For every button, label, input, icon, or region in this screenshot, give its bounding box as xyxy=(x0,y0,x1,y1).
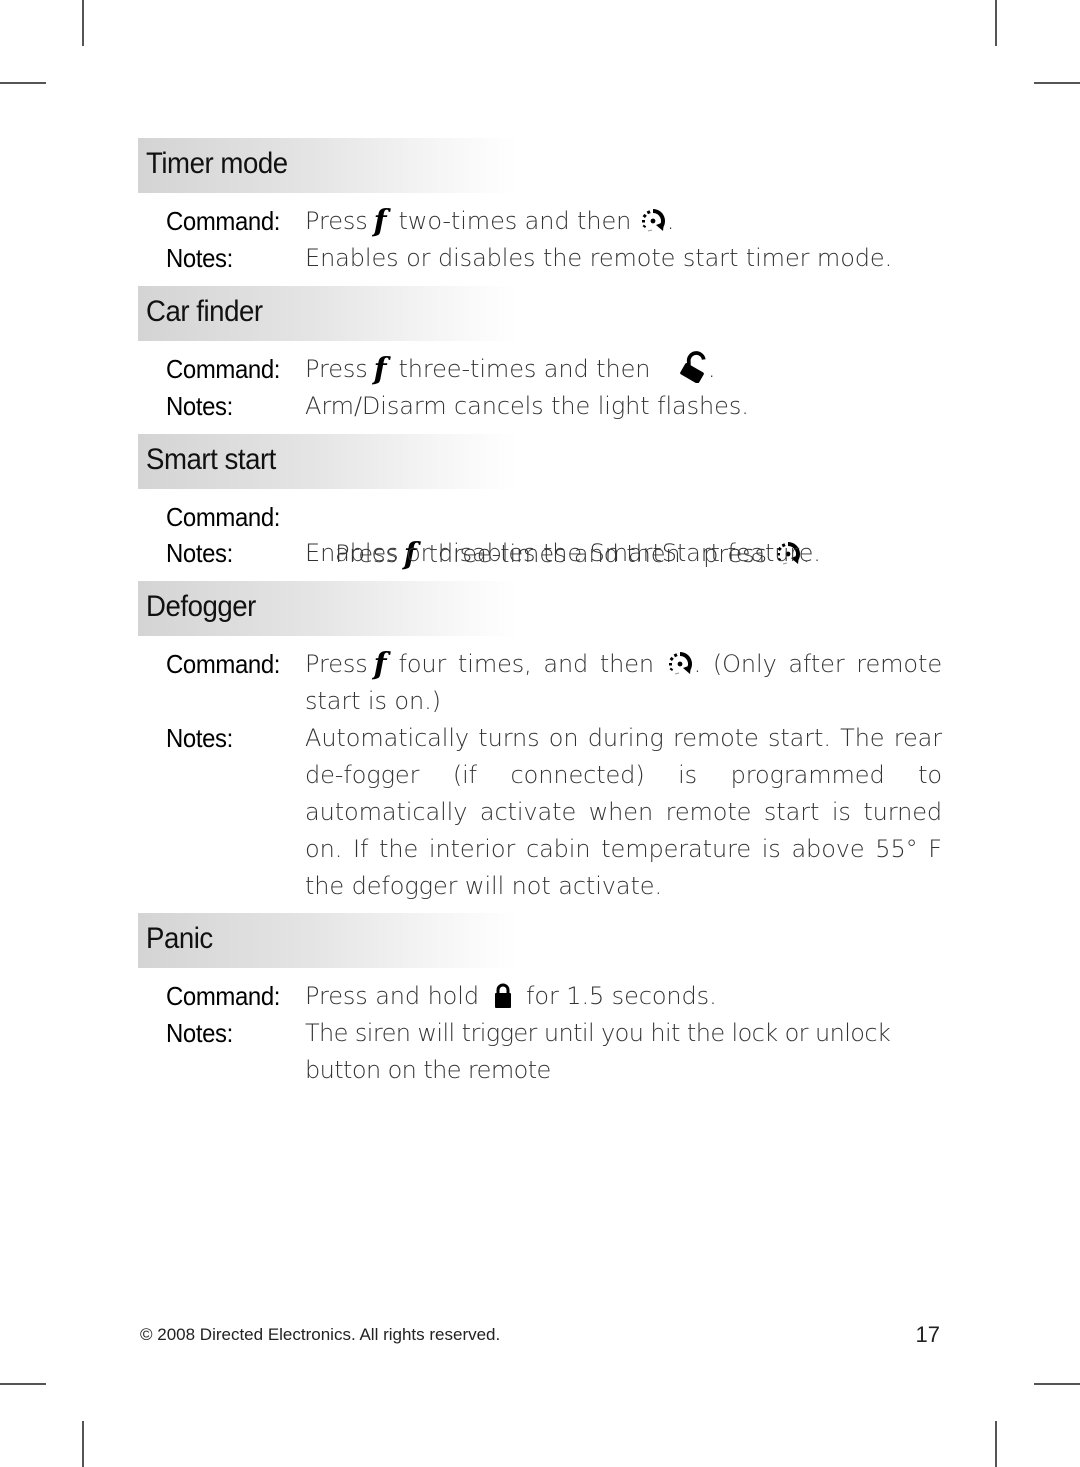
notes-text: The siren will trigger until you hit the… xyxy=(305,1019,891,1084)
crop-mark xyxy=(995,1421,997,1467)
notes-label: Notes: xyxy=(166,538,233,568)
copyright-footer: © 2008 Directed Electronics. All rights … xyxy=(140,1325,501,1344)
section-title: Smart start xyxy=(146,443,276,476)
function-key-icon: f xyxy=(373,204,387,239)
unlock-icon xyxy=(677,351,707,383)
notes-row: Notes: The siren will trigger until you … xyxy=(166,1015,942,1089)
command-row: Command: Press and hold for 1.5 seconds. xyxy=(166,978,942,1015)
notes-row: Notes: Enables or disables the SmartStar… xyxy=(166,535,942,572)
notes-row: Notes: Enables or disables the remote st… xyxy=(166,240,942,277)
notes-row: Notes: Automatically turns on during rem… xyxy=(166,720,942,905)
section-header-defogger: Defogger xyxy=(138,581,518,636)
notes-label: Notes: xyxy=(166,1018,233,1048)
page-number: 17 xyxy=(915,1322,940,1347)
remote-start-icon xyxy=(639,208,666,233)
command-text: Press and hold xyxy=(305,982,479,1010)
function-key-icon: f xyxy=(373,647,387,682)
function-key-icon: f xyxy=(373,352,387,387)
crop-mark xyxy=(0,82,46,84)
section-title: Timer mode xyxy=(146,147,288,180)
notes-text: Enables or disables the remote start tim… xyxy=(305,244,893,272)
crop-mark xyxy=(82,1421,84,1467)
crop-mark xyxy=(1034,82,1080,84)
notes-text: Enables or disables the SmartStart featu… xyxy=(305,539,821,567)
command-label: Command: xyxy=(166,649,281,679)
section-header-car-finder: Car finder xyxy=(138,286,518,341)
crop-mark xyxy=(1034,1383,1080,1385)
command-label: Command: xyxy=(166,981,281,1011)
notes-text: Arm/Disarm cancels the light flashes. xyxy=(305,392,749,420)
command-text: . xyxy=(707,355,716,383)
notes-label: Notes: xyxy=(166,391,233,421)
notes-label: Notes: xyxy=(166,723,233,753)
remote-start-icon xyxy=(666,651,693,676)
command-text: two-times and then xyxy=(398,207,632,235)
section-header-panic: Panic xyxy=(138,913,518,968)
crop-mark xyxy=(0,1383,46,1385)
section-header-smart-start: Smart start xyxy=(138,434,518,489)
section-title: Defogger xyxy=(146,590,256,623)
section-title: Panic xyxy=(146,922,213,955)
command-text: Press xyxy=(305,207,368,235)
notes-label: Notes: xyxy=(166,243,233,273)
command-row: Command: Press f three-times and then . xyxy=(166,351,942,388)
command-label: Command: xyxy=(166,502,281,532)
section-header-timer-mode: Timer mode xyxy=(138,138,518,193)
section-title: Car finder xyxy=(146,295,263,328)
command-text: Press xyxy=(305,355,368,383)
crop-mark xyxy=(995,0,997,46)
command-text: three-times and then xyxy=(398,355,651,383)
command-row: Command: Press f two-times and then . xyxy=(166,203,942,240)
command-text: for 1.5 seconds. xyxy=(526,982,717,1010)
notes-text: Automatically turns on during remote sta… xyxy=(305,724,942,900)
crop-mark xyxy=(82,0,84,46)
command-label: Command: xyxy=(166,206,281,236)
lock-icon xyxy=(493,983,513,1010)
command-label: Command: xyxy=(166,354,281,384)
command-text: four times, and then xyxy=(398,650,655,678)
command-row: Command: Press f four times, and then . (O… xyxy=(166,646,942,720)
command-text: Press xyxy=(305,650,368,678)
notes-row: Notes: Arm/Disarm cancels the light flas… xyxy=(166,388,942,425)
command-text: . xyxy=(666,207,675,235)
